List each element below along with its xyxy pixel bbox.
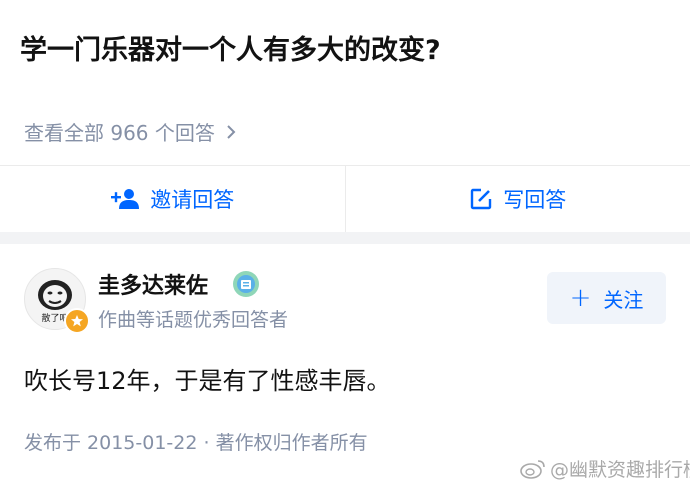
question-title: 学一门乐器对一个人有多大的改变? — [20, 35, 441, 66]
write-answer-label: 写回答 — [503, 188, 567, 212]
follow-button[interactable]: + 关注 — [547, 272, 666, 324]
verified-answerer-icon — [233, 271, 259, 297]
outstanding-answerer-badge-icon — [64, 308, 90, 334]
watermark-text: @幽默资趣排行榜 — [550, 459, 690, 481]
chevron-right-icon — [227, 124, 236, 139]
answer-content[interactable]: 吹长号12年，于是有了性感丰唇。 — [24, 361, 391, 396]
invite-answer-label: 邀请回答 — [150, 188, 235, 212]
follow-label: 关注 — [603, 287, 644, 312]
view-all-answers-label: 查看全部 966 个回答 — [24, 121, 215, 145]
author-name[interactable]: 圭多达莱佐 — [98, 268, 208, 300]
invite-answer-button[interactable]: 邀请回答 — [0, 166, 345, 232]
view-all-answers-link[interactable]: 查看全部 966 个回答 — [24, 117, 237, 146]
question-action-bar: 邀请回答 写回答 — [0, 166, 690, 232]
add-person-icon — [111, 189, 140, 209]
section-gap — [0, 232, 690, 244]
author-description: 作曲等话题优秀回答者 — [98, 309, 289, 331]
answer-meta: 发布于 2015-01-22 · 著作权归作者所有 — [24, 432, 368, 454]
weibo-logo-icon — [520, 459, 545, 479]
edit-icon — [471, 188, 492, 210]
plus-icon: + — [569, 283, 592, 313]
write-answer-button[interactable]: 写回答 — [346, 166, 690, 232]
weibo-watermark: @幽默资趣排行榜 — [520, 455, 690, 482]
